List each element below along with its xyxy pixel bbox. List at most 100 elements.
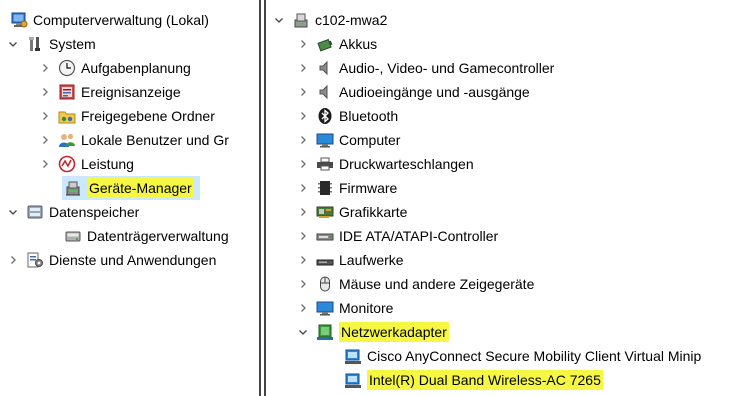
device-category-computer[interactable]: Computer bbox=[296, 128, 400, 152]
chevron-right-icon[interactable] bbox=[296, 272, 310, 296]
battery-icon bbox=[316, 35, 334, 53]
tree-item-label: System bbox=[49, 36, 96, 52]
tree-item-task-scheduler[interactable]: Aufgabenplanung bbox=[38, 56, 191, 80]
device-category-audio-io[interactable]: Audioeingänge und -ausgänge bbox=[296, 80, 530, 104]
speaker-icon bbox=[316, 59, 334, 77]
device-category-firmware[interactable]: Firmware bbox=[296, 176, 397, 200]
device-category-drives[interactable]: Laufwerke bbox=[296, 248, 404, 272]
monitor-icon bbox=[316, 131, 334, 149]
ide-controller-icon bbox=[316, 227, 334, 245]
device-tree-root[interactable]: c102-mwa2 bbox=[272, 8, 387, 32]
tools-icon bbox=[26, 35, 44, 53]
tree-item-event-viewer[interactable]: Ereignisanzeige bbox=[38, 80, 181, 104]
tree-item-label: Firmware bbox=[339, 180, 398, 196]
chevron-down-icon[interactable] bbox=[6, 32, 20, 56]
tree-item-label: Datenträgerverwaltung bbox=[87, 228, 229, 244]
chevron-right-icon[interactable] bbox=[296, 224, 310, 248]
clock-icon bbox=[58, 59, 76, 77]
bluetooth-icon bbox=[316, 107, 334, 125]
chevron-down-icon[interactable] bbox=[6, 200, 20, 224]
tree-item-disk-management[interactable]: Datenträgerverwaltung bbox=[62, 224, 229, 248]
device-category-monitors[interactable]: Monitore bbox=[296, 296, 393, 320]
tree-item-label: Cisco AnyConnect Secure Mobility Client … bbox=[367, 348, 702, 364]
chevron-right-icon[interactable] bbox=[296, 56, 310, 80]
chevron-right-icon[interactable] bbox=[38, 104, 52, 128]
services-icon bbox=[26, 251, 44, 269]
disk-management-icon bbox=[64, 227, 82, 245]
storage-icon bbox=[26, 203, 44, 221]
chevron-down-icon[interactable] bbox=[296, 320, 310, 344]
device-category-ide-ata[interactable]: IDE ATA/ATAPI-Controller bbox=[296, 224, 498, 248]
tree-item-label: Lokale Benutzer und Gr bbox=[81, 132, 229, 148]
tree-item-label: Audio-, Video- und Gamecontroller bbox=[339, 60, 555, 76]
tree-item-device-manager[interactable]: Geräte-Manager bbox=[62, 176, 200, 200]
tree-item-label: Monitore bbox=[339, 300, 394, 316]
tree-item-label: Grafikkarte bbox=[339, 204, 408, 220]
device-category-bluetooth[interactable]: Bluetooth bbox=[296, 104, 398, 128]
chevron-right-icon[interactable] bbox=[296, 104, 310, 128]
monitor-icon bbox=[316, 299, 334, 317]
chevron-right-icon[interactable] bbox=[296, 296, 310, 320]
users-icon bbox=[58, 131, 76, 149]
device-category-network-adapters[interactable]: Netzwerkadapter bbox=[296, 320, 449, 344]
network-adapter-icon bbox=[344, 371, 362, 389]
chevron-right-icon[interactable] bbox=[296, 128, 310, 152]
chevron-down-icon[interactable] bbox=[272, 8, 286, 32]
tree-item-label: Leistung bbox=[81, 156, 134, 172]
tree-item-label: Mäuse und andere Zeigegeräte bbox=[339, 276, 535, 292]
tree-root-computer-management[interactable]: Computerverwaltung (Lokal) bbox=[10, 8, 209, 32]
shared-folder-icon bbox=[58, 107, 76, 125]
performance-icon bbox=[58, 155, 76, 173]
network-adapter-cisco-anyconnect[interactable]: Cisco AnyConnect Secure Mobility Client … bbox=[344, 344, 701, 368]
tree-item-label: Intel(R) Dual Band Wireless-AC 7265 bbox=[367, 370, 603, 390]
chevron-right-icon[interactable] bbox=[296, 176, 310, 200]
tree-item-storage[interactable]: Datenspeicher bbox=[6, 200, 139, 224]
tree-item-label: IDE ATA/ATAPI-Controller bbox=[339, 228, 499, 244]
device-category-graphics[interactable]: Grafikkarte bbox=[296, 200, 407, 224]
chevron-right-icon[interactable] bbox=[38, 56, 52, 80]
firmware-icon bbox=[316, 179, 334, 197]
tree-item-system[interactable]: System bbox=[6, 32, 96, 56]
chevron-right-icon[interactable] bbox=[38, 80, 52, 104]
network-adapter-intel-wireless[interactable]: Intel(R) Dual Band Wireless-AC 7265 bbox=[344, 368, 603, 392]
tree-item-shared-folders[interactable]: Freigegebene Ordner bbox=[38, 104, 215, 128]
tree-root-label: Computerverwaltung (Lokal) bbox=[33, 12, 209, 28]
device-category-mice[interactable]: Mäuse und andere Zeigegeräte bbox=[296, 272, 534, 296]
pane-splitter-edge bbox=[264, 0, 266, 396]
computer-icon bbox=[292, 11, 310, 29]
chevron-right-icon[interactable] bbox=[296, 152, 310, 176]
tree-item-local-users[interactable]: Lokale Benutzer und Gr bbox=[38, 128, 229, 152]
network-adapter-icon bbox=[344, 347, 362, 365]
chevron-right-icon[interactable] bbox=[296, 200, 310, 224]
network-adapter-icon bbox=[316, 323, 334, 341]
tree-item-performance[interactable]: Leistung bbox=[38, 152, 134, 176]
device-category-batteries[interactable]: Akkus bbox=[296, 32, 377, 56]
chevron-right-icon[interactable] bbox=[38, 152, 52, 176]
tree-item-label: Dienste und Anwendungen bbox=[49, 252, 217, 268]
tree-item-label: Netzwerkadapter bbox=[339, 322, 449, 342]
device-manager-icon bbox=[64, 179, 82, 197]
chevron-right-icon[interactable] bbox=[296, 80, 310, 104]
chevron-right-icon[interactable] bbox=[296, 32, 310, 56]
tree-item-label: Bluetooth bbox=[339, 108, 399, 124]
tree-item-label: c102-mwa2 bbox=[315, 12, 388, 28]
tree-item-label: Computer bbox=[339, 132, 401, 148]
pane-splitter[interactable] bbox=[259, 0, 261, 396]
device-tree-pane: c102-mwa2 Akkus Audio-, Video- und Gamec… bbox=[270, 0, 756, 396]
event-viewer-icon bbox=[58, 83, 76, 101]
tree-item-label: Datenspeicher bbox=[49, 204, 140, 220]
device-category-print-queues[interactable]: Druckwarteschlangen bbox=[296, 152, 474, 176]
console-tree-pane: Computerverwaltung (Lokal) System Aufgab… bbox=[0, 0, 258, 396]
chevron-right-icon[interactable] bbox=[6, 248, 20, 272]
tree-item-label: Geräte-Manager bbox=[87, 178, 194, 198]
chevron-right-icon[interactable] bbox=[296, 248, 310, 272]
device-category-audio-video-game[interactable]: Audio-, Video- und Gamecontroller bbox=[296, 56, 554, 80]
tree-item-label: Akkus bbox=[339, 36, 378, 52]
computer-management-icon bbox=[10, 11, 28, 29]
tree-item-label: Laufwerke bbox=[339, 252, 404, 268]
chevron-right-icon[interactable] bbox=[38, 128, 52, 152]
tree-item-label: Druckwarteschlangen bbox=[339, 156, 474, 172]
tree-item-services[interactable]: Dienste und Anwendungen bbox=[6, 248, 216, 272]
tree-item-label: Freigegebene Ordner bbox=[81, 108, 215, 124]
tree-item-label: Ereignisanzeige bbox=[81, 84, 181, 100]
